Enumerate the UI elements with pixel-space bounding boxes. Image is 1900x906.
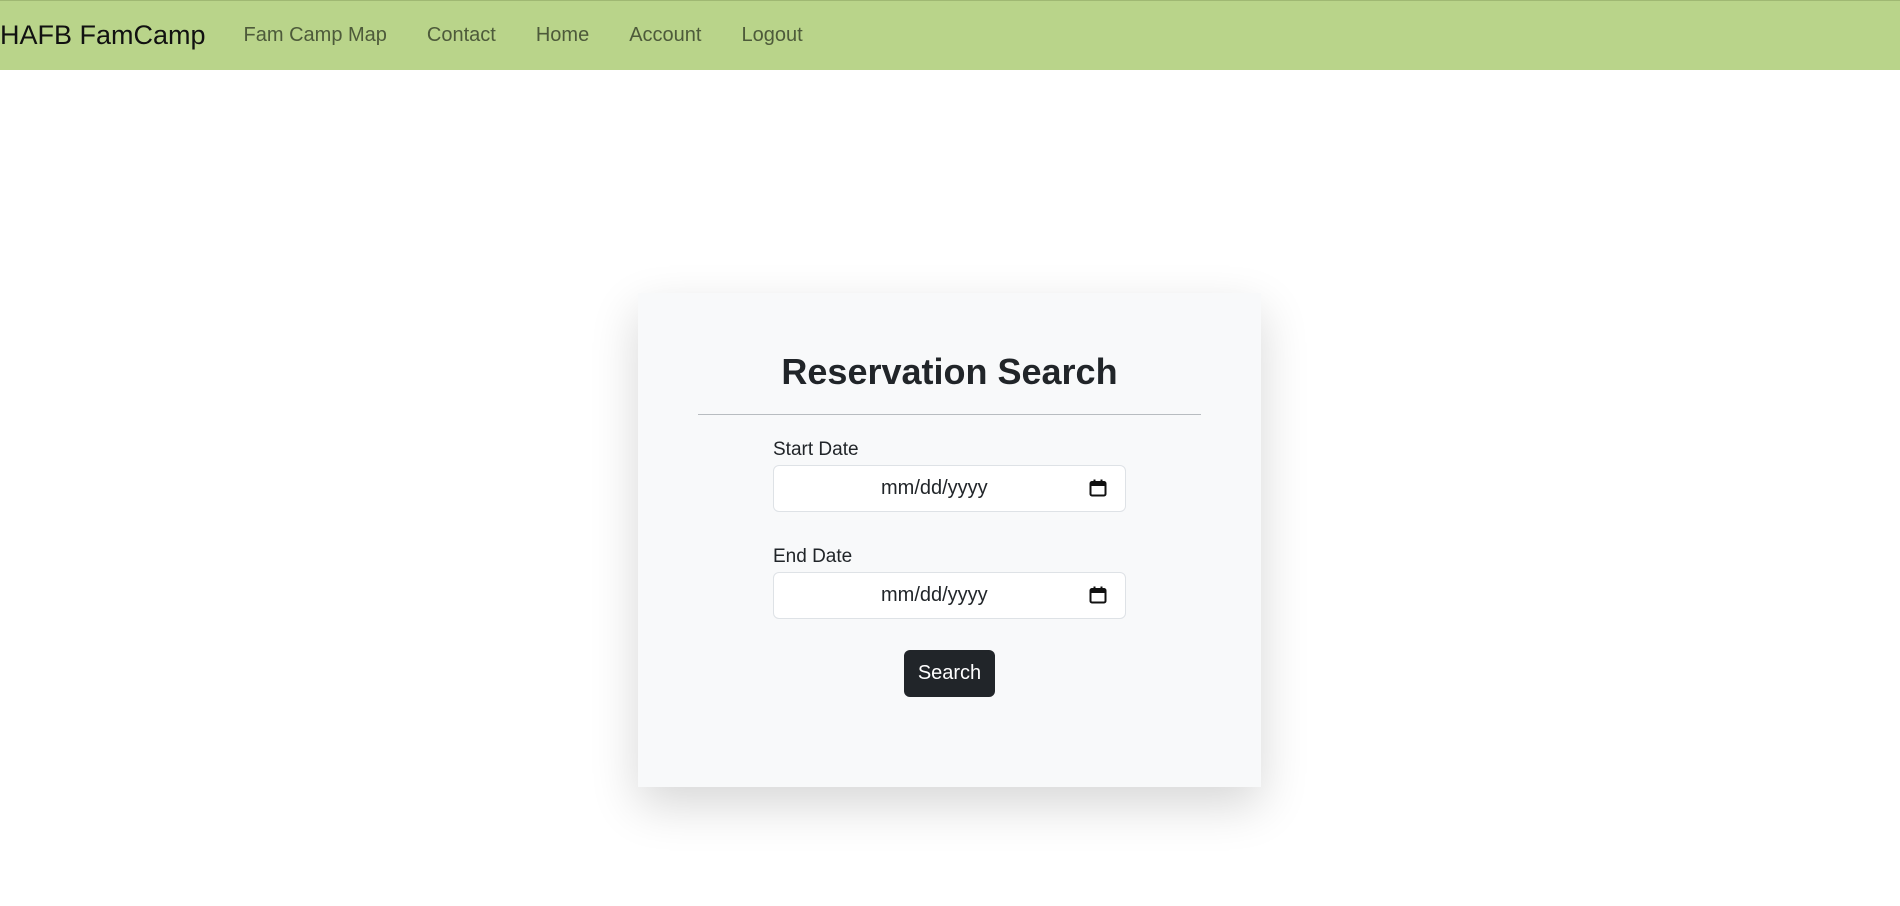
nav-link-account[interactable]: Account: [629, 24, 701, 47]
calendar-icon[interactable]: [1089, 586, 1107, 604]
brand-link[interactable]: HAFB FamCamp: [0, 20, 206, 51]
search-button[interactable]: Search: [904, 650, 995, 697]
card-title: Reservation Search: [781, 351, 1118, 392]
nav-link-fam-camp-map[interactable]: Fam Camp Map: [244, 24, 387, 47]
title-divider: [698, 414, 1201, 415]
nav-link-home[interactable]: Home: [536, 24, 589, 47]
end-date-placeholder: mm/dd/yyyy: [881, 584, 988, 606]
nav-links: Fam Camp Map Contact Home Account Logout: [236, 24, 843, 47]
end-date-label: End Date: [773, 546, 853, 567]
start-date-placeholder: mm/dd/yyyy: [881, 477, 988, 499]
start-date-label: Start Date: [773, 439, 859, 460]
nav-link-contact[interactable]: Contact: [427, 24, 496, 47]
nav-link-logout[interactable]: Logout: [741, 24, 802, 47]
top-navbar: HAFB FamCamp Fam Camp Map Contact Home A…: [0, 0, 1900, 70]
reservation-search-card: Reservation Search Start Date mm/dd/yyyy…: [638, 293, 1261, 787]
start-date-input[interactable]: mm/dd/yyyy: [773, 465, 1126, 512]
calendar-icon[interactable]: [1089, 479, 1107, 497]
end-date-input[interactable]: mm/dd/yyyy: [773, 572, 1126, 619]
